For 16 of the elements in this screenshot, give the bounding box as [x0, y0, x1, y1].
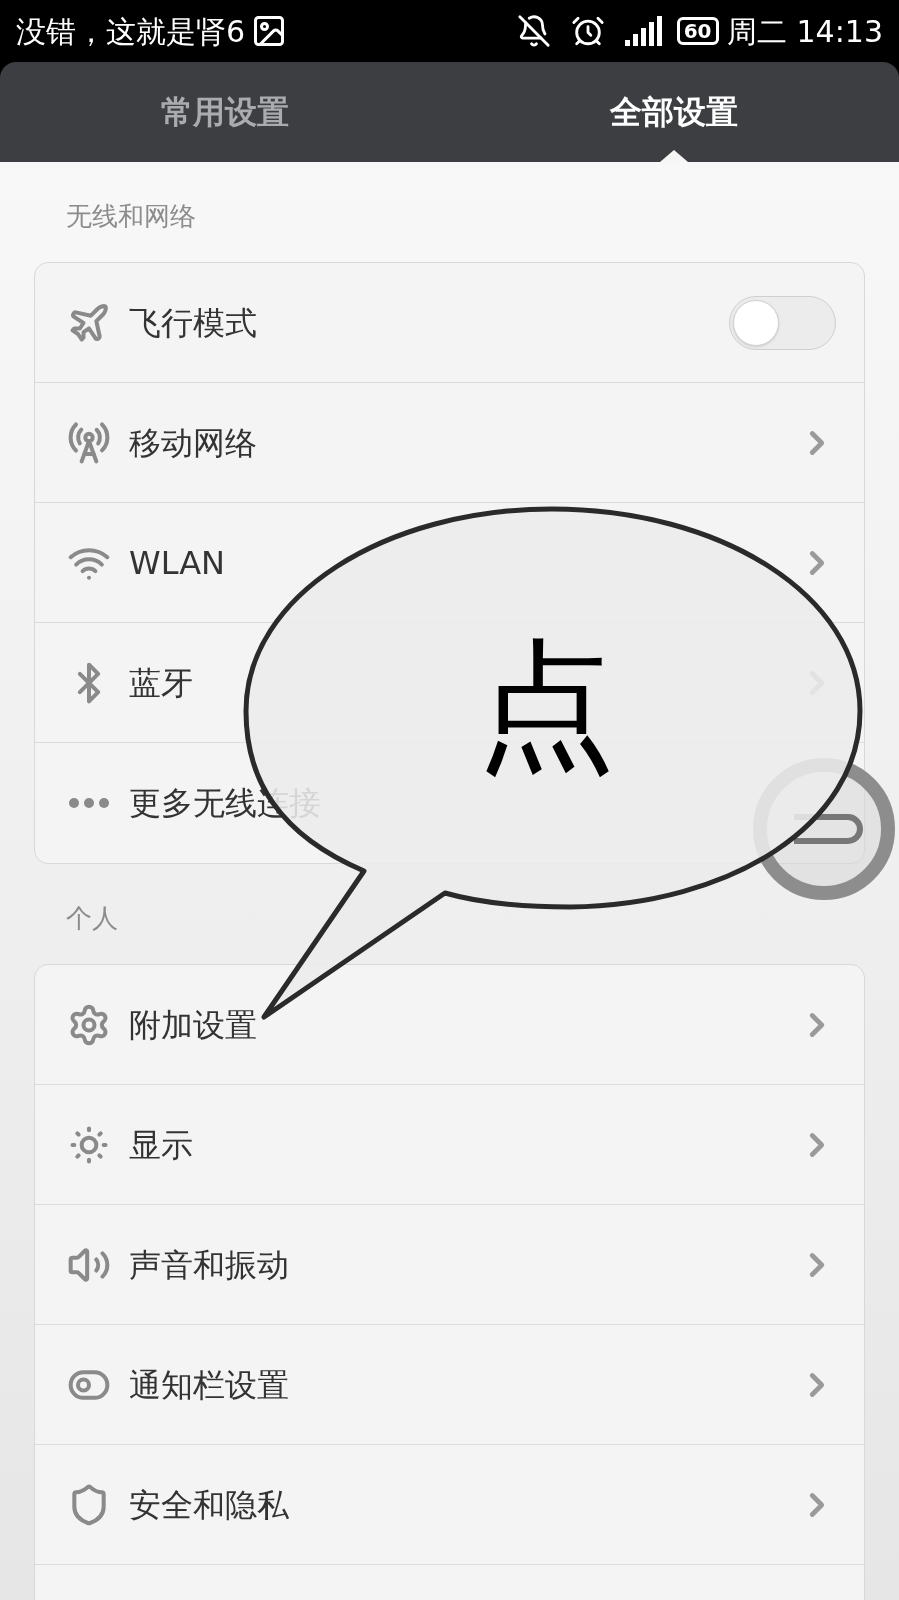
notification-text: 没错，这就是肾6: [16, 12, 246, 51]
row-label: 安全和隐私: [129, 1484, 289, 1526]
callout-text: 点: [476, 623, 616, 789]
row-label: 显示: [129, 1124, 193, 1166]
row-label: WLAN: [129, 542, 226, 584]
clock-text: 14:13: [796, 12, 883, 51]
row-label: 声音和振动: [129, 1244, 289, 1286]
day-text: 周二: [726, 12, 787, 51]
row-label: 飞行模式: [129, 302, 257, 344]
row-label: 附加设置: [129, 1004, 257, 1046]
row-label: 通知栏设置: [129, 1364, 289, 1406]
row-label: 蓝牙: [129, 662, 193, 704]
section-header: 个人: [66, 901, 118, 935]
row-label: 移动网络: [129, 422, 257, 464]
battery-indicator: 60: [676, 17, 719, 45]
section-header: 无线和网络: [66, 199, 196, 233]
